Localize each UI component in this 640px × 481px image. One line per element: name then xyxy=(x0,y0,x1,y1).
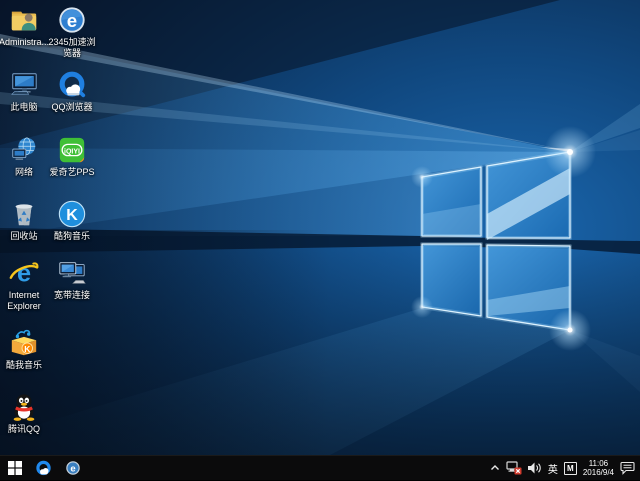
desktop-icon-label: 酷我音乐 xyxy=(6,360,42,371)
desktop-icon-iqiyi-pps[interactable]: iQIYI 爱奇艺PPS xyxy=(46,135,98,178)
user-folder-icon xyxy=(9,5,39,35)
desktop-icon-this-pc[interactable]: 此电脑 xyxy=(0,70,50,113)
recycle-bin-icon xyxy=(9,199,39,229)
svg-text:K: K xyxy=(24,344,30,354)
svg-text:K: K xyxy=(66,207,78,224)
desktop-icon-label: 酷狗音乐 xyxy=(54,231,90,242)
kuwo-music-icon: K xyxy=(9,328,39,358)
2345-browser-icon: e xyxy=(65,460,81,476)
desktop-icon-recycle-bin[interactable]: 回收站 xyxy=(0,199,50,242)
taskbar: e 英 M 11:06 2016/9/4 xyxy=(0,455,640,480)
ime-mode-indicator[interactable]: M xyxy=(564,462,577,475)
desktop-icon-label: Administra... xyxy=(0,37,49,48)
desktop-icon-broadband[interactable]: 宽带连接 xyxy=(46,258,98,301)
network-globe-icon xyxy=(9,135,39,165)
desktop[interactable]: Administra... 此电脑 网络 xyxy=(0,0,640,455)
action-center-icon[interactable] xyxy=(620,461,635,475)
desktop-icon-label: 此电脑 xyxy=(10,102,37,113)
desktop-icon-label: QQ浏览器 xyxy=(51,102,92,113)
svg-text:iQIYI: iQIYI xyxy=(64,148,80,155)
kugou-music-icon: K xyxy=(57,199,87,229)
taskbar-qq-browser-button[interactable] xyxy=(29,456,58,481)
clock-time: 11:06 xyxy=(589,459,608,469)
computer-icon xyxy=(9,70,39,100)
internet-explorer-icon: e xyxy=(9,258,39,288)
desktop-icon-kugou-music[interactable]: K 酷狗音乐 xyxy=(46,199,98,242)
desktop-icon-internet-explorer[interactable]: e Internet Explorer xyxy=(0,258,50,312)
desktop-icon-2345-browser[interactable]: e 2345加速浏览器 xyxy=(46,5,98,59)
qq-browser-icon xyxy=(35,460,52,477)
desktop-icon-label: Internet Explorer xyxy=(0,290,50,312)
windows-logo-icon xyxy=(8,461,22,475)
desktop-icon-label: 宽带连接 xyxy=(54,290,90,301)
taskbar-clock[interactable]: 11:06 2016/9/4 xyxy=(583,459,614,478)
desktop-icon-administrator[interactable]: Administra... xyxy=(0,5,50,48)
desktop-icon-label: 回收站 xyxy=(10,231,37,242)
2345-browser-icon: e xyxy=(57,5,87,35)
desktop-icon-network[interactable]: 网络 xyxy=(0,135,50,178)
language-indicator[interactable]: 英 xyxy=(548,461,558,476)
taskbar-2345-browser-button[interactable]: e xyxy=(58,456,87,481)
desktop-icon-kuwo-music[interactable]: K 酷我音乐 xyxy=(0,328,50,371)
qq-browser-icon xyxy=(57,70,87,100)
chevron-up-icon[interactable] xyxy=(490,464,500,472)
broadband-connection-icon xyxy=(57,258,87,288)
desktop-icon-label: 网络 xyxy=(15,167,33,178)
desktop-icon-label: 腾讯QQ xyxy=(8,424,40,435)
svg-text:e: e xyxy=(17,259,31,287)
clock-date: 2016/9/4 xyxy=(583,468,614,478)
svg-text:e: e xyxy=(70,464,75,475)
speaker-icon[interactable] xyxy=(528,462,542,474)
desktop-icon-label: 2345加速浏览器 xyxy=(46,37,98,59)
desktop-icon-tencent-qq[interactable]: 腾讯QQ xyxy=(0,392,50,435)
svg-text:e: e xyxy=(67,10,77,31)
qq-penguin-icon xyxy=(9,392,39,422)
network-disconnected-icon[interactable] xyxy=(506,461,522,475)
system-tray: 英 M 11:06 2016/9/4 xyxy=(490,456,640,481)
start-button[interactable] xyxy=(0,456,29,481)
iqiyi-icon: iQIYI xyxy=(57,135,87,165)
desktop-icon-label: 爱奇艺PPS xyxy=(49,167,94,178)
desktop-icon-qq-browser[interactable]: QQ浏览器 xyxy=(46,70,98,113)
